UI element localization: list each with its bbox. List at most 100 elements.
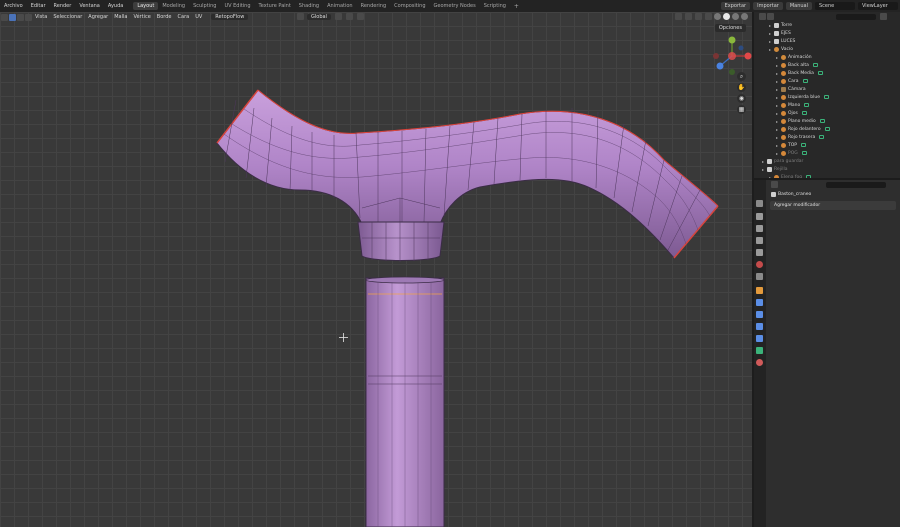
menu-editar[interactable]: Editar [27, 3, 50, 9]
scene-tab-icon[interactable] [756, 249, 763, 256]
shading-rendered-icon[interactable] [741, 13, 748, 20]
viewport-menu-malla[interactable]: Malla [111, 14, 130, 20]
transform-orientation-icon[interactable] [297, 13, 304, 20]
viewport-menu-vista[interactable]: Vista [32, 14, 50, 20]
editor-type-icon[interactable] [1, 13, 8, 21]
tab-sculpting[interactable]: Sculpting [189, 2, 220, 10]
face-select-icon[interactable] [25, 13, 32, 21]
outliner-item[interactable]: ▸ Cámara [754, 85, 900, 93]
properties-editor-icon[interactable] [771, 181, 778, 188]
export-button[interactable]: Exportar [720, 2, 751, 10]
outliner-item[interactable]: ▸ Back Media [754, 69, 900, 77]
viewport-menu-uv[interactable]: UV [192, 14, 205, 20]
overlay-toggle-icon[interactable] [695, 13, 702, 20]
tab-uv-editing[interactable]: UV Editing [220, 2, 254, 10]
outliner-item[interactable]: ▸ para guardar [754, 157, 900, 165]
outliner-item[interactable]: ▸ Ojos [754, 109, 900, 117]
outliner-item-label: Vacío [781, 46, 793, 52]
viewport-menu-vertice[interactable]: Vértice [130, 14, 153, 20]
camera-view-icon[interactable]: ◉ [737, 94, 746, 103]
tab-shading[interactable]: Shading [295, 2, 323, 10]
tab-animation[interactable]: Animation [323, 2, 357, 10]
scene-selector[interactable]: Scene [815, 2, 855, 10]
manual-button[interactable]: Manual [785, 2, 812, 10]
outliner-item[interactable]: ▸ Torre [754, 21, 900, 29]
add-modifier-button[interactable]: Agregar modificador [770, 201, 896, 210]
viewport-menu-cara[interactable]: Cara [175, 14, 193, 20]
outliner-item[interactable]: ▸ Rojo trasera [754, 133, 900, 141]
add-workspace-button[interactable]: + [510, 3, 523, 10]
collection-icon [774, 30, 779, 36]
object-tab-icon[interactable] [756, 287, 763, 294]
view-layer-tab-icon[interactable] [756, 237, 763, 244]
snap-icon[interactable] [345, 13, 353, 20]
outliner-item[interactable]: ▸ LUCES [754, 37, 900, 45]
outliner-item[interactable]: ▸ Plano medio [754, 117, 900, 125]
outliner-item[interactable]: ▸ Izquierda blue [754, 93, 900, 101]
retopoflow-dropdown[interactable]: RetopoFlow [211, 14, 249, 20]
outliner-item[interactable]: ▸ TOP [754, 141, 900, 149]
outliner-item[interactable]: ▸ EJES [754, 29, 900, 37]
zoom-icon[interactable]: ⌕ [737, 72, 746, 81]
data-tab-icon[interactable] [756, 347, 763, 354]
tab-layout[interactable]: Layout [133, 2, 159, 10]
render-tab-icon[interactable] [756, 213, 763, 220]
outliner-search-input[interactable] [836, 13, 876, 20]
world-tab-icon[interactable] [756, 261, 763, 268]
options-dropdown[interactable]: Opciones [714, 24, 746, 32]
outliner-item[interactable]: ▸ Rejilla [754, 165, 900, 173]
outliner-item[interactable]: ▸ Cara [754, 77, 900, 85]
menu-ventana[interactable]: Ventana [75, 3, 104, 9]
navigation-gizmo[interactable] [710, 34, 752, 78]
tab-rendering[interactable]: Rendering [357, 2, 391, 10]
outliner-item[interactable]: ▸ Mano [754, 101, 900, 109]
tool-tab-icon[interactable] [756, 200, 763, 207]
properties-search-input[interactable] [826, 181, 886, 188]
import-button[interactable]: Importar [753, 2, 783, 10]
viewport-menu-borde[interactable]: Borde [154, 14, 175, 20]
visibility-icon[interactable] [675, 13, 682, 20]
tab-scripting[interactable]: Scripting [480, 2, 510, 10]
proportional-edit-icon[interactable] [356, 13, 364, 20]
material-tab-icon[interactable] [756, 359, 763, 366]
pivot-icon[interactable] [334, 13, 342, 20]
menu-archivo[interactable]: Archivo [0, 3, 27, 9]
tab-modeling[interactable]: Modeling [158, 2, 189, 10]
outliner-item[interactable]: ▸ Rojo delantero [754, 125, 900, 133]
outliner-item-label: Torre [781, 22, 793, 28]
menu-render[interactable]: Render [50, 3, 76, 9]
outliner-item[interactable]: ▸ Vacío [754, 45, 900, 53]
outliner-item[interactable]: ▸ POG [754, 149, 900, 157]
modifier-tab-icon[interactable] [756, 299, 763, 306]
outliner-editor-icon[interactable] [759, 13, 766, 20]
menu-ayuda[interactable]: Ayuda [104, 3, 127, 9]
viewport-menu-agregar[interactable]: Agregar [85, 14, 111, 20]
edge-select-icon[interactable] [17, 13, 24, 21]
tab-geometry-nodes[interactable]: Geometry Nodes [430, 2, 480, 10]
constraints-tab-icon[interactable] [756, 335, 763, 342]
pan-hand-icon[interactable]: ✋ [737, 83, 746, 92]
physics-tab-icon[interactable] [756, 323, 763, 330]
filter-icon[interactable] [880, 13, 887, 20]
xray-toggle-icon[interactable] [705, 13, 712, 20]
shading-solid-icon[interactable] [723, 13, 730, 20]
vertex-select-icon[interactable] [9, 13, 16, 21]
tab-compositing[interactable]: Compositing [390, 2, 429, 10]
display-mode-icon[interactable] [767, 13, 774, 20]
outliner-item-label: Cara [788, 78, 799, 84]
viewlayer-selector[interactable]: ViewLayer [858, 2, 898, 10]
outliner-item[interactable]: ▸ Animación [754, 53, 900, 61]
viewport-menu-seleccionar[interactable]: Seleccionar [50, 14, 85, 20]
particles-tab-icon[interactable] [756, 311, 763, 318]
shading-wireframe-icon[interactable] [714, 13, 721, 20]
collection-tab-icon[interactable] [756, 273, 763, 280]
light-data-icon [801, 111, 807, 115]
gizmo-toggle-icon[interactable] [685, 13, 692, 20]
outliner-item[interactable]: ▸ Back alta [754, 61, 900, 69]
shading-material-icon[interactable] [732, 13, 739, 20]
3d-viewport[interactable]: Vista Seleccionar Agregar Malla Vértice … [0, 12, 752, 527]
orientation-dropdown[interactable]: Global [307, 13, 331, 20]
tab-texture-paint[interactable]: Texture Paint [255, 2, 295, 10]
perspective-toggle-icon[interactable]: ▦ [737, 105, 746, 114]
output-tab-icon[interactable] [756, 225, 763, 232]
